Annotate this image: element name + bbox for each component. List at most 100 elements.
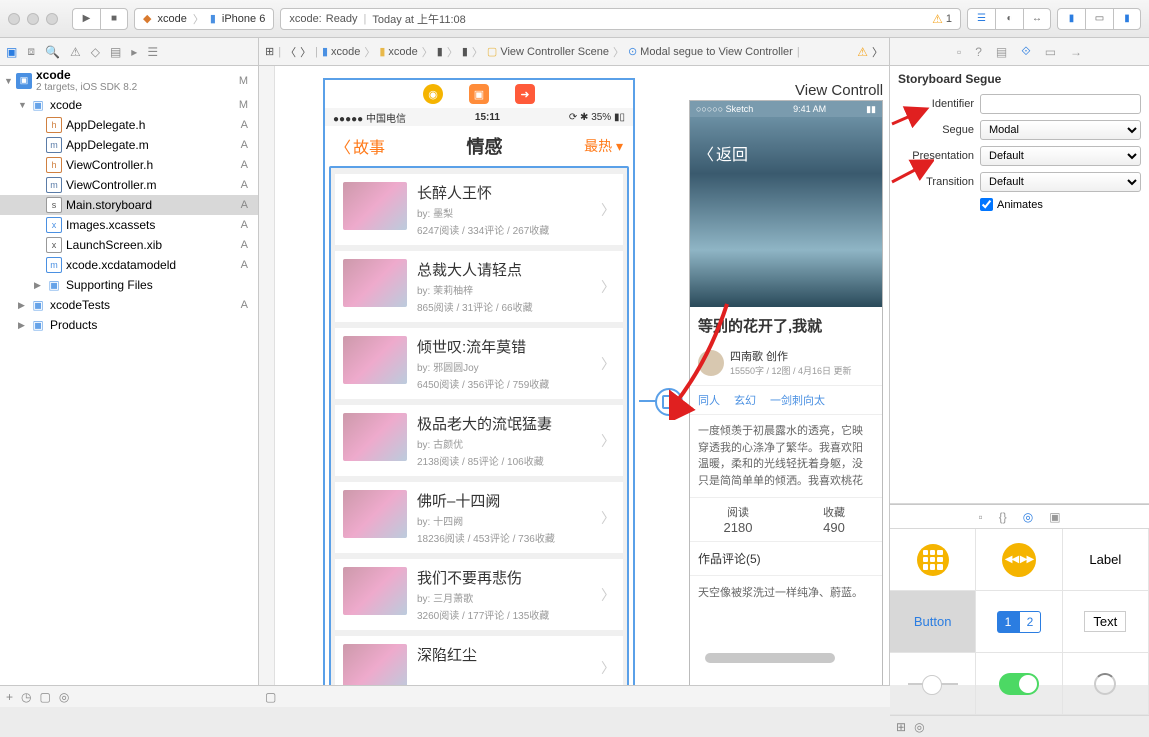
library-grid-view-icon[interactable]: ⊞ <box>896 720 906 734</box>
tag-item[interactable]: 同人 <box>698 392 720 408</box>
tag-item[interactable]: 一剑刺向太 <box>770 392 825 408</box>
back-button[interactable]: 〈故事 <box>335 134 385 158</box>
jump-bar[interactable]: ⊞ | 〈 〉 | ▮xcode〉 ▮xcode〉 ▮〉 ▮〉 ▢View Co… <box>259 38 890 65</box>
table-cell[interactable]: 佛听–十四阙by: 十四阙18236阅读 / 453评论 / 736收藏〉 <box>335 482 623 553</box>
table-view[interactable]: 长醉人王怀by: 墨梨6247阅读 / 334评论 / 267收藏〉总裁大人请轻… <box>329 166 629 685</box>
jump-bar-next-icon[interactable]: 〉 <box>872 44 883 60</box>
file-inspector-tab[interactable]: ▫ <box>957 45 961 59</box>
stop-button[interactable]: ■ <box>100 8 128 30</box>
navigator-row[interactable]: hAppDelegate.hA <box>0 115 258 135</box>
library-item-spinner[interactable] <box>1063 653 1149 715</box>
library-filter-icon[interactable]: ◎ <box>914 720 924 734</box>
table-cell[interactable]: 深陷红尘〉 <box>335 636 623 685</box>
connections-inspector-tab[interactable]: → <box>1070 45 1082 59</box>
debug-navigator-tab[interactable]: ▤ <box>110 45 121 59</box>
media-library-tab[interactable]: ▣ <box>1049 510 1060 524</box>
storyboard-canvas[interactable]: ◉ ▣ ➜ ●●●●● 中国电信 15:11 ⟳ ✱ 35% ▮▯ 〈故事 情感… <box>275 66 889 685</box>
navigator-row[interactable]: xImages.xcassetsA <box>0 215 258 235</box>
document-outline-toggle-icon[interactable]: ▢ <box>265 690 276 704</box>
related-items-icon[interactable]: ⊞ <box>265 45 274 58</box>
zoom-window-icon[interactable] <box>46 13 58 25</box>
filter-recent-icon[interactable]: ◷ <box>21 690 31 704</box>
table-cell[interactable]: 我们不要再悲伤by: 三月萧歌3260阅读 / 177评论 / 135收藏〉 <box>335 559 623 630</box>
library-item-picker[interactable] <box>890 529 976 591</box>
library-item-textfield[interactable]: Text <box>1063 591 1149 653</box>
identifier-field[interactable] <box>980 94 1141 114</box>
project-navigator-tab[interactable]: ▣ <box>6 45 17 59</box>
filter-scm-icon[interactable]: ▢ <box>40 690 51 704</box>
view-controller-2[interactable]: ○○○○○ Sketch 9:41 AM ▮▮ 〈返回 等别的花开了,我就 四南… <box>689 100 883 685</box>
library-item-button[interactable]: Button <box>890 591 976 653</box>
presentation-select[interactable]: Default <box>980 146 1141 166</box>
navigator-row[interactable]: ▶▣xcodeTestsA <box>0 295 258 315</box>
attributes-inspector-tab[interactable]: ⟐ <box>1021 44 1030 59</box>
segue-select[interactable]: Modal <box>980 120 1141 140</box>
first-responder-icon[interactable]: ▣ <box>469 84 489 104</box>
library-item-segmented[interactable]: 12 <box>976 591 1062 653</box>
version-editor-button[interactable]: ↔ <box>1023 8 1051 30</box>
navigator-row[interactable]: sMain.storyboardA <box>0 195 258 215</box>
horizontal-scrollbar[interactable] <box>705 653 835 663</box>
run-button[interactable]: ▶ <box>72 8 100 30</box>
breakpoint-navigator-tab[interactable]: ▸ <box>131 45 137 59</box>
identity-inspector-tab[interactable]: ▤ <box>996 45 1007 59</box>
forward-history-icon[interactable]: 〉 <box>300 44 311 60</box>
close-window-icon[interactable] <box>8 13 20 25</box>
table-cell[interactable]: 倾世叹:流年莫错by: 邪圆圆Joy6450阅读 / 356评论 / 759收藏… <box>335 328 623 399</box>
file-name: AppDelegate.m <box>66 138 149 152</box>
table-cell[interactable]: 极品老大的流氓猛妻by: 古颜优2138阅读 / 85评论 / 106收藏〉 <box>335 405 623 476</box>
tag-item[interactable]: 玄幻 <box>734 392 756 408</box>
view-controller-icon[interactable]: ◉ <box>423 84 443 104</box>
navigator-row[interactable]: hViewController.hA <box>0 155 258 175</box>
file-template-library-tab[interactable]: ▫ <box>978 510 982 524</box>
scheme-selector[interactable]: ◆ xcode 〉 ▮ iPhone 6 <box>134 8 274 30</box>
standard-editor-button[interactable]: ☰ <box>967 8 995 30</box>
object-library: ▫ {} ◎ ▣ ◀◀ ▶▶ Label Button 12 Text ⊞ ◎ <box>890 504 1149 737</box>
animates-checkbox[interactable] <box>980 198 993 211</box>
toggle-navigator-button[interactable]: ▮ <box>1057 8 1085 30</box>
navigator-row[interactable]: mxcode.xcdatamodeldA <box>0 255 258 275</box>
exit-icon[interactable]: ➜ <box>515 84 535 104</box>
help-inspector-tab[interactable]: ? <box>975 45 982 59</box>
modal-segue-node[interactable] <box>655 388 683 416</box>
symbol-navigator-tab[interactable]: ⧈ <box>27 44 35 59</box>
navigator-row[interactable]: ▶▣Supporting Files <box>0 275 258 295</box>
size-inspector-tab[interactable]: ▭ <box>1045 45 1056 59</box>
library-item-switch[interactable] <box>976 653 1062 715</box>
toggle-utilities-button[interactable]: ▮ <box>1113 8 1141 30</box>
navigator-row[interactable]: xLaunchScreen.xibA <box>0 235 258 255</box>
table-cell[interactable]: 长醉人王怀by: 墨梨6247阅读 / 334评论 / 267收藏〉 <box>335 174 623 245</box>
crumb-project[interactable]: xcode <box>331 46 360 58</box>
storyboard-editor[interactable]: ◉ ▣ ➜ ●●●●● 中国电信 15:11 ⟳ ✱ 35% ▮▯ 〈故事 情感… <box>259 66 890 685</box>
find-navigator-tab[interactable]: 🔍 <box>45 45 60 59</box>
library-item-label[interactable]: Label <box>1063 529 1149 591</box>
minimize-window-icon[interactable] <box>27 13 39 25</box>
report-navigator-tab[interactable]: ☰ <box>147 45 158 59</box>
add-icon[interactable]: + <box>6 690 13 704</box>
warning-badge[interactable]: ⚠ 1 <box>932 12 952 26</box>
assistant-editor-button[interactable]: ◐ <box>995 8 1023 30</box>
library-item-slider[interactable] <box>890 653 976 715</box>
filter-icon[interactable]: ◎ <box>59 690 69 704</box>
navigator-row[interactable]: ▼▣xcodeM <box>0 95 258 115</box>
object-library-tab[interactable]: ◎ <box>1023 510 1033 524</box>
jump-bar-warning-icon[interactable]: ⚠ <box>857 45 868 59</box>
issue-navigator-tab[interactable]: ⚠ <box>70 45 81 59</box>
test-navigator-tab[interactable]: ◇ <box>91 45 100 59</box>
sort-button[interactable]: 最热 ▾ <box>584 136 623 156</box>
transition-select[interactable]: Default <box>980 172 1141 192</box>
code-snippet-library-tab[interactable]: {} <box>999 510 1007 524</box>
navigator-row[interactable]: ▶▣Products <box>0 315 258 335</box>
toggle-debug-button[interactable]: ▭ <box>1085 8 1113 30</box>
project-root-row[interactable]: ▼ ▣ xcode 2 targets, iOS SDK 8.2 M <box>0 66 258 95</box>
navigator-row[interactable]: mViewController.mA <box>0 175 258 195</box>
back-history-icon[interactable]: 〈 <box>285 44 296 60</box>
library-item-playback[interactable]: ◀◀ ▶▶ <box>976 529 1062 591</box>
crumb-scene[interactable]: View Controller Scene <box>500 46 609 58</box>
view-controller-1[interactable]: ◉ ▣ ➜ ●●●●● 中国电信 15:11 ⟳ ✱ 35% ▮▯ 〈故事 情感… <box>323 78 635 685</box>
crumb-segue[interactable]: Modal segue to View Controller <box>640 46 793 58</box>
table-cell[interactable]: 总裁大人请轻点by: 茉莉柚梓865阅读 / 31评论 / 66收藏〉 <box>335 251 623 322</box>
back-button-2[interactable]: 〈返回 <box>698 141 748 165</box>
crumb-group[interactable]: xcode <box>388 46 417 58</box>
navigator-row[interactable]: mAppDelegate.mA <box>0 135 258 155</box>
